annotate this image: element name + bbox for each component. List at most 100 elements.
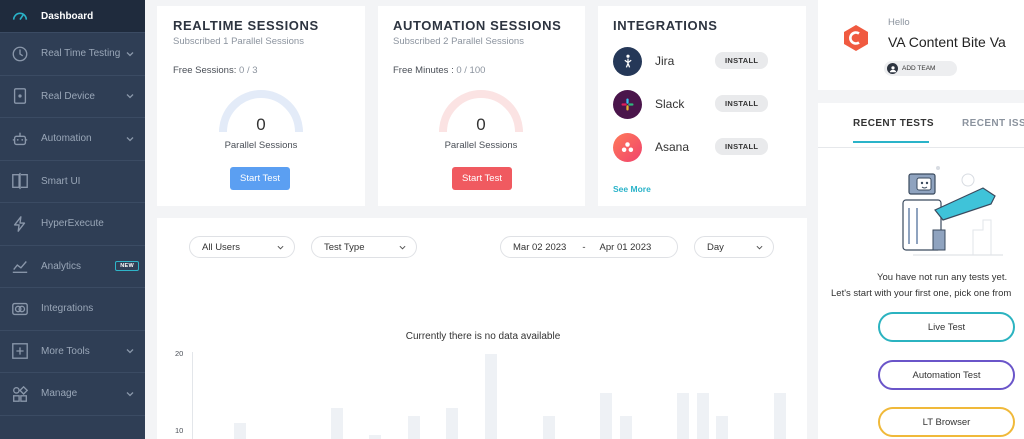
card-title: REALTIME SESSIONS <box>173 18 319 33</box>
chevron-down-icon <box>126 94 134 99</box>
integration-name: Asana <box>655 140 690 154</box>
sidebar-item-label: Manage <box>41 388 78 400</box>
jira-icon <box>613 46 642 76</box>
add-team-label: ADD TEAM <box>902 65 936 72</box>
sidebar-item-smart-ui[interactable]: Smart UI <box>0 161 145 203</box>
manage-icon <box>10 384 30 404</box>
install-button[interactable]: INSTALL <box>715 52 769 69</box>
placeholder-bars <box>234 354 786 439</box>
chevron-down-icon <box>126 349 134 354</box>
sidebar-item-real-time-testing[interactable]: Real Time Testing <box>0 33 145 76</box>
automation-test-button[interactable]: Automation Test <box>878 360 1015 390</box>
tab-recent-tests[interactable]: RECENT TESTS <box>853 118 934 129</box>
sidebar-item-hyperexecute[interactable]: HyperExecute <box>0 203 145 246</box>
gauge-value: 0 <box>476 115 486 134</box>
chevron-down-icon <box>126 391 134 397</box>
sidebar-item-dashboard[interactable]: Dashboard <box>0 0 145 33</box>
chevron-down-icon <box>126 136 134 142</box>
placeholder-bar <box>408 416 420 439</box>
automation-sessions-card: AUTOMATION SESSIONS Subscribed 2 Paralle… <box>378 6 585 206</box>
active-tab-indicator <box>853 141 929 143</box>
free-minutes-value: 0 / 100 <box>456 65 486 76</box>
sidebar-item-label: Integrations <box>41 303 94 315</box>
placeholder-bar <box>600 393 612 439</box>
placeholder-bar <box>485 354 497 439</box>
asana-icon <box>613 132 642 162</box>
robot-illustration <box>902 166 1003 256</box>
gauge-label: Parallel Sessions <box>444 140 518 151</box>
free-minutes-label: Free Minutes : <box>393 65 454 76</box>
card-title: INTEGRATIONS <box>613 18 718 33</box>
realtime-sessions-card: REALTIME SESSIONS Subscribed 1 Parallel … <box>157 6 365 206</box>
sidebar-item-integrations[interactable]: Integrations <box>0 288 145 331</box>
empty-state-line2: Let's start with your first one, pick on… <box>831 288 1012 299</box>
placeholder-bar <box>774 393 786 439</box>
sidebar-item-analytics[interactable]: Analytics NEW <box>0 246 145 288</box>
sidebar-item-label: Real Device <box>41 90 95 102</box>
plus-box-icon <box>10 341 30 361</box>
greeting: Hello <box>888 17 910 28</box>
gauge-label: Parallel Sessions <box>224 140 298 151</box>
card-title: AUTOMATION SESSIONS <box>393 18 562 33</box>
integration-name: Slack <box>655 97 685 111</box>
profile-card: Hello VA Content Bite Va ADD TEAM <box>818 0 1024 90</box>
integration-name: Jira <box>655 54 675 68</box>
clock-icon <box>10 44 30 64</box>
robot-icon <box>10 129 30 149</box>
card-subtitle: Subscribed 1 Parallel Sessions <box>173 36 304 47</box>
sidebar-item-label: Dashboard <box>41 10 94 22</box>
placeholder-bar <box>331 408 343 439</box>
sidebar-item-label: Analytics <box>41 260 82 272</box>
sidebar-item-label: Automation <box>41 133 92 145</box>
placeholder-bar <box>234 423 246 439</box>
install-button[interactable]: INSTALL <box>715 138 769 155</box>
lightning-icon <box>10 214 30 234</box>
start-test-button[interactable]: Start Test <box>452 167 512 190</box>
sidebar-item-label: Smart UI <box>41 175 81 187</box>
add-team-button[interactable]: ADD TEAM <box>884 61 957 76</box>
placeholder-bar <box>677 393 689 439</box>
gauge-value: 0 <box>256 115 266 134</box>
smart-ui-icon <box>10 171 30 191</box>
start-test-button[interactable]: Start Test <box>230 167 290 190</box>
free-sessions: Free Sessions: 0 / 3 <box>173 65 258 76</box>
integration-asana: Asana INSTALL <box>613 132 773 162</box>
chevron-down-icon <box>126 51 134 57</box>
integration-jira: Jira INSTALL <box>613 46 773 76</box>
integrations-card: INTEGRATIONS Jira INSTALL Slack INSTALL … <box>598 6 806 206</box>
live-test-button[interactable]: Live Test <box>878 312 1015 342</box>
card-subtitle: Subscribed 2 Parallel Sessions <box>393 36 524 47</box>
sidebar-item-manage[interactable]: Manage <box>0 373 145 416</box>
integration-slack: Slack INSTALL <box>613 89 773 119</box>
brand-logo <box>842 24 870 52</box>
analytics-icon <box>10 256 30 276</box>
sidebar: Dashboard Real Time Testing Real Device … <box>0 0 145 439</box>
lt-browser-button[interactable]: LT Browser <box>878 407 1015 437</box>
free-minutes: Free Minutes : 0 / 100 <box>393 65 485 76</box>
mobile-device-icon <box>10 86 30 106</box>
free-sessions-value: 0 / 3 <box>239 65 258 76</box>
new-badge: NEW <box>115 261 139 272</box>
tab-divider <box>818 147 1024 148</box>
user-name: VA Content Bite Va <box>888 34 1006 50</box>
placeholder-bar <box>543 416 555 439</box>
install-button[interactable]: INSTALL <box>715 95 769 112</box>
sidebar-item-real-device[interactable]: Real Device <box>0 76 145 118</box>
user-avatar-icon <box>887 63 898 74</box>
sidebar-item-more-tools[interactable]: More Tools <box>0 331 145 373</box>
sidebar-item-label: HyperExecute <box>41 218 104 230</box>
sidebar-item-automation[interactable]: Automation <box>0 118 145 161</box>
placeholder-bar <box>369 435 381 439</box>
tab-recent-issues[interactable]: RECENT ISSU <box>962 118 1024 129</box>
recent-tests-panel: RECENT TESTS RECENT ISSU You have not ru… <box>818 103 1024 439</box>
see-more-link[interactable]: See More <box>613 184 651 194</box>
gauge-icon <box>10 6 30 26</box>
free-sessions-label: Free Sessions: <box>173 65 237 76</box>
placeholder-bar <box>697 393 709 439</box>
slack-icon <box>613 89 642 119</box>
sidebar-item-label: Real Time Testing <box>41 48 121 60</box>
placeholder-bar <box>446 408 458 439</box>
integrations-icon <box>10 299 30 319</box>
empty-state-line1: You have not run any tests yet. <box>877 272 1008 283</box>
placeholder-bar <box>716 416 728 439</box>
